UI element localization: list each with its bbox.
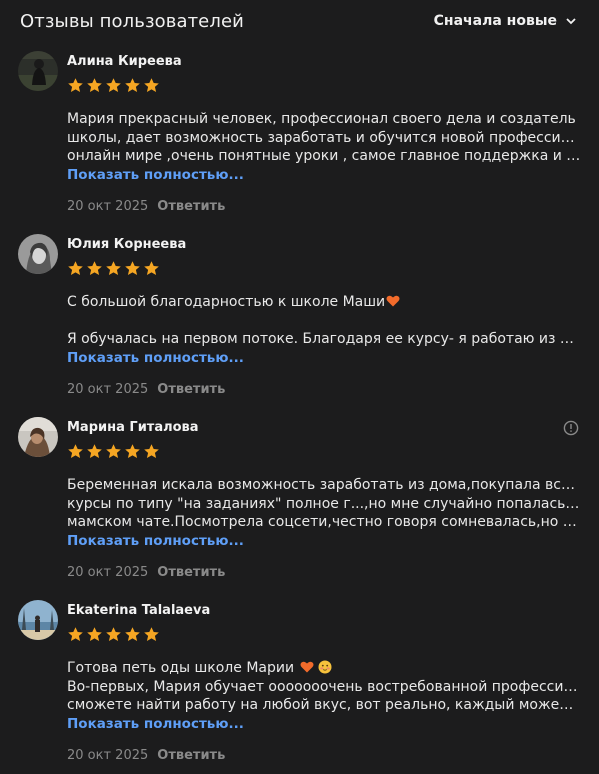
star-icon [125, 444, 140, 458]
star-icon [87, 78, 102, 92]
review-item: Юлия Корнеева С большой благодарностью к… [0, 225, 599, 408]
review-text-segment: С большой благодарностью к школе Маши [67, 294, 386, 310]
review-meta: 20 окт 2025 Ответить [67, 564, 581, 582]
star-icon [87, 444, 102, 458]
star-icon [87, 261, 102, 275]
star-icon [125, 78, 140, 92]
star-icon [68, 444, 83, 458]
user-avatar[interactable] [18, 234, 58, 274]
review-item: Ekaterina Talalaeva Готова петь оды школ… [0, 591, 599, 774]
heart-emoji-icon [300, 661, 314, 673]
review-date: 20 окт 2025 [67, 564, 149, 580]
star-icon [144, 444, 159, 458]
review-text-line: Во-первых, Мария обучает ооооооочень вос… [67, 678, 581, 695]
review-text-line: Готова петь оды школе Марии [67, 659, 581, 678]
star-icon [68, 261, 83, 275]
review-item: Алина Киреева Мария прекрасный человек, … [0, 42, 599, 225]
review-text: С большой благодарностью к школе Маши Я … [67, 293, 581, 349]
user-avatar[interactable] [18, 600, 58, 640]
reply-button[interactable]: Ответить [157, 198, 225, 216]
review-text-line: школы, дает возможность заработать и обу… [67, 129, 581, 146]
blushing-face-emoji-icon [318, 660, 332, 674]
chevron-down-icon [566, 18, 576, 25]
review-text-line: сможете найти работу на любой вкус, вот … [67, 697, 581, 713]
user-avatar[interactable] [18, 417, 58, 457]
reply-button[interactable]: Ответить [157, 747, 225, 765]
user-avatar[interactable] [18, 51, 58, 91]
heart-emoji-icon [386, 295, 400, 307]
review-text-line: Я обучалась на первом потоке. Благодаря … [67, 331, 581, 347]
rating-stars [67, 626, 581, 643]
sort-dropdown[interactable]: Сначала новые [434, 13, 579, 29]
review-meta: 20 окт 2025 Ответить [67, 747, 581, 765]
star-icon [106, 627, 121, 641]
page-title: Отзывы пользователей [20, 10, 244, 32]
review-meta: 20 окт 2025 Ответить [67, 198, 581, 216]
rating-stars [67, 77, 581, 94]
review-author[interactable]: Юлия Корнеева [67, 237, 581, 253]
review-date: 20 окт 2025 [67, 747, 149, 763]
review-text-line: мамском чате.Посмотрела соцсети,честно г… [67, 514, 581, 530]
review-text-segment: Готова петь оды школе Марии [67, 660, 295, 676]
show-more-link[interactable]: Показать полностью... [67, 349, 581, 367]
review-text-line: курсы по типу "на заданиях" полное г...,… [67, 495, 581, 512]
review-author[interactable]: Ekaterina Talalaeva [67, 603, 581, 619]
reply-button[interactable]: Ответить [157, 381, 225, 399]
star-icon [68, 78, 83, 92]
review-item: Марина Гиталова Беременная искала возмож… [0, 408, 599, 591]
star-icon [106, 444, 121, 458]
review-author[interactable]: Алина Киреева [67, 54, 581, 70]
review-meta: 20 окт 2025 Ответить [67, 381, 581, 399]
star-icon [106, 261, 121, 275]
review-date: 20 окт 2025 [67, 198, 149, 214]
rating-stars [67, 443, 581, 460]
star-icon [125, 261, 140, 275]
reviews-header: Отзывы пользователей Сначала новые [0, 0, 599, 42]
review-text-line: С большой благодарностью к школе Маши [67, 293, 581, 312]
review-text-line: онлайн мире ,очень понятные уроки , само… [67, 148, 581, 164]
review-date: 20 окт 2025 [67, 381, 149, 397]
star-icon [87, 627, 102, 641]
review-list: Алина Киреева Мария прекрасный человек, … [0, 42, 599, 774]
star-icon [144, 261, 159, 275]
show-more-link[interactable]: Показать полностью... [67, 166, 581, 184]
star-icon [106, 78, 121, 92]
review-text: Беременная искала возможность заработать… [67, 476, 581, 532]
review-text-line: Мария прекрасный человек, профессионал с… [67, 111, 576, 127]
review-text: Мария прекрасный человек, профессионал с… [67, 110, 581, 166]
rating-stars [67, 260, 581, 277]
review-author[interactable]: Марина Гиталова [67, 420, 581, 436]
review-text-line: Беременная искала возможность заработать… [67, 477, 581, 493]
reply-button[interactable]: Ответить [157, 564, 225, 582]
star-icon [125, 627, 140, 641]
star-icon [144, 78, 159, 92]
review-text: Готова петь оды школе Марии Во-первых, М… [67, 659, 581, 715]
show-more-link[interactable]: Показать полностью... [67, 532, 581, 550]
show-more-link[interactable]: Показать полностью... [67, 715, 581, 733]
sort-label: Сначала новые [433, 13, 557, 29]
star-icon [144, 627, 159, 641]
star-icon [68, 627, 83, 641]
review-text-line [67, 312, 581, 331]
